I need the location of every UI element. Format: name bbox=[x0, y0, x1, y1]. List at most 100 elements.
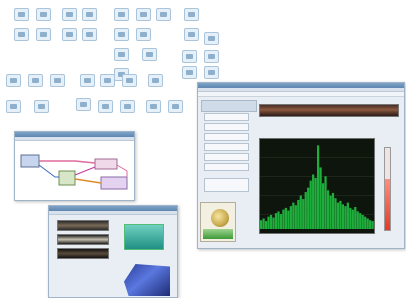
waveform-strip-2 bbox=[57, 234, 109, 245]
spectrum-bar bbox=[346, 202, 349, 229]
spectrum-bar bbox=[364, 216, 367, 229]
timing-icon[interactable] bbox=[156, 8, 171, 21]
array-icon[interactable] bbox=[148, 74, 163, 87]
spectrum-analyzer-window bbox=[197, 82, 405, 249]
spectrum-bar bbox=[289, 206, 292, 229]
spectrum-bar bbox=[361, 214, 364, 229]
spectrum-bar bbox=[336, 202, 340, 229]
spectrum-bar bbox=[294, 205, 297, 229]
cluster-icon[interactable] bbox=[6, 100, 21, 113]
spectrum-bar bbox=[334, 198, 337, 229]
structure-icon[interactable] bbox=[120, 100, 135, 113]
spectrum-bar bbox=[326, 190, 330, 229]
spectrum-bar bbox=[292, 202, 295, 229]
side-panel-list[interactable] bbox=[204, 178, 249, 192]
spectrum-bar bbox=[284, 207, 288, 229]
spectrum-bar bbox=[371, 221, 374, 229]
spectrum-bar bbox=[369, 220, 372, 229]
waveform-strip-1 bbox=[57, 220, 109, 231]
instrument-io-icon[interactable] bbox=[168, 100, 183, 113]
instrument-io-icon[interactable] bbox=[14, 8, 29, 21]
signal-icon[interactable] bbox=[182, 66, 197, 79]
string-icon[interactable] bbox=[122, 74, 137, 87]
spectrum-bar bbox=[282, 209, 285, 229]
spectrum-bar bbox=[299, 195, 302, 229]
graph-icon[interactable] bbox=[184, 8, 199, 21]
spectrum-bar bbox=[269, 214, 273, 229]
spectrum-bar bbox=[344, 206, 347, 229]
timing-icon[interactable] bbox=[28, 74, 43, 87]
numeric-icon[interactable] bbox=[136, 28, 151, 41]
side-control-6[interactable] bbox=[204, 163, 249, 171]
spectrum-bar bbox=[277, 211, 280, 229]
spectrum-bar bbox=[309, 180, 312, 229]
string-icon[interactable] bbox=[62, 28, 77, 41]
instrument-io-icon[interactable] bbox=[182, 50, 197, 63]
side-control-2[interactable] bbox=[204, 123, 249, 131]
waveform-icon[interactable] bbox=[14, 28, 29, 41]
spectrum-bar bbox=[274, 213, 278, 229]
front-panel-window bbox=[48, 205, 178, 298]
spectrum-bar bbox=[304, 192, 307, 229]
graph-icon[interactable] bbox=[50, 74, 65, 87]
spectrum-bar bbox=[341, 204, 345, 229]
side-control-3[interactable] bbox=[204, 133, 249, 141]
spectrum-bar bbox=[267, 216, 270, 229]
array-icon[interactable] bbox=[82, 28, 97, 41]
side-control-4[interactable] bbox=[204, 143, 249, 151]
intensity-graph bbox=[124, 224, 164, 250]
express-icon[interactable] bbox=[142, 48, 157, 61]
spectrum-bar bbox=[324, 176, 327, 229]
spectrum-bar bbox=[366, 218, 369, 229]
spectrum-bar bbox=[329, 195, 332, 229]
spectrum-bar bbox=[354, 207, 357, 229]
acquire-icon[interactable] bbox=[204, 50, 219, 63]
spectrum-bar bbox=[297, 199, 300, 229]
3d-surface-plot bbox=[124, 264, 170, 296]
block-diagram-wires bbox=[20, 154, 128, 190]
gauge-area-plot bbox=[203, 229, 233, 239]
gauge-panel bbox=[200, 202, 236, 242]
level-meter-fill bbox=[385, 179, 390, 230]
boolean-icon[interactable] bbox=[184, 28, 199, 41]
gauge-dial-icon[interactable] bbox=[211, 209, 229, 227]
spectrum-bar bbox=[264, 221, 268, 229]
control-icon[interactable] bbox=[100, 74, 115, 87]
spectrum-bar bbox=[349, 207, 352, 229]
vi-icon-palette bbox=[6, 4, 220, 114]
spectrum-bar bbox=[302, 199, 305, 229]
analysis-icon[interactable] bbox=[62, 8, 77, 21]
side-control-1[interactable] bbox=[204, 113, 249, 121]
spectrum-bar bbox=[359, 213, 362, 229]
block-diagram-window bbox=[14, 131, 135, 201]
menu-bar[interactable] bbox=[49, 211, 177, 215]
toolbar[interactable] bbox=[198, 92, 404, 97]
spectrum-bar bbox=[312, 174, 315, 229]
signal-icon[interactable] bbox=[82, 8, 97, 21]
cluster-icon[interactable] bbox=[114, 28, 129, 41]
waveform-icon[interactable] bbox=[80, 74, 95, 87]
spectrum-chart bbox=[260, 145, 374, 229]
spectrum-bar bbox=[339, 200, 342, 229]
comparison-icon[interactable] bbox=[204, 32, 219, 45]
control-icon[interactable] bbox=[36, 28, 51, 41]
acquire-icon[interactable] bbox=[36, 8, 51, 21]
file-io-icon[interactable] bbox=[6, 74, 21, 87]
spectrum-bar bbox=[260, 220, 263, 229]
spectrum-bar bbox=[321, 183, 325, 229]
comparison-icon[interactable] bbox=[98, 100, 113, 113]
side-control-5[interactable] bbox=[204, 153, 249, 161]
waterfall-display bbox=[259, 104, 399, 117]
spectrum-bar bbox=[279, 214, 283, 229]
math-icon[interactable] bbox=[204, 66, 219, 79]
express-icon[interactable] bbox=[146, 100, 161, 113]
math-icon[interactable] bbox=[114, 8, 129, 21]
level-meter bbox=[384, 147, 391, 231]
spectrum-bar bbox=[331, 192, 335, 229]
numeric-icon[interactable] bbox=[34, 100, 49, 113]
spectrum-bar bbox=[272, 217, 275, 229]
file-io-icon[interactable] bbox=[136, 8, 151, 21]
settings-tab[interactable] bbox=[201, 100, 257, 112]
structure-icon[interactable] bbox=[114, 48, 129, 61]
boolean-icon[interactable] bbox=[76, 98, 91, 111]
